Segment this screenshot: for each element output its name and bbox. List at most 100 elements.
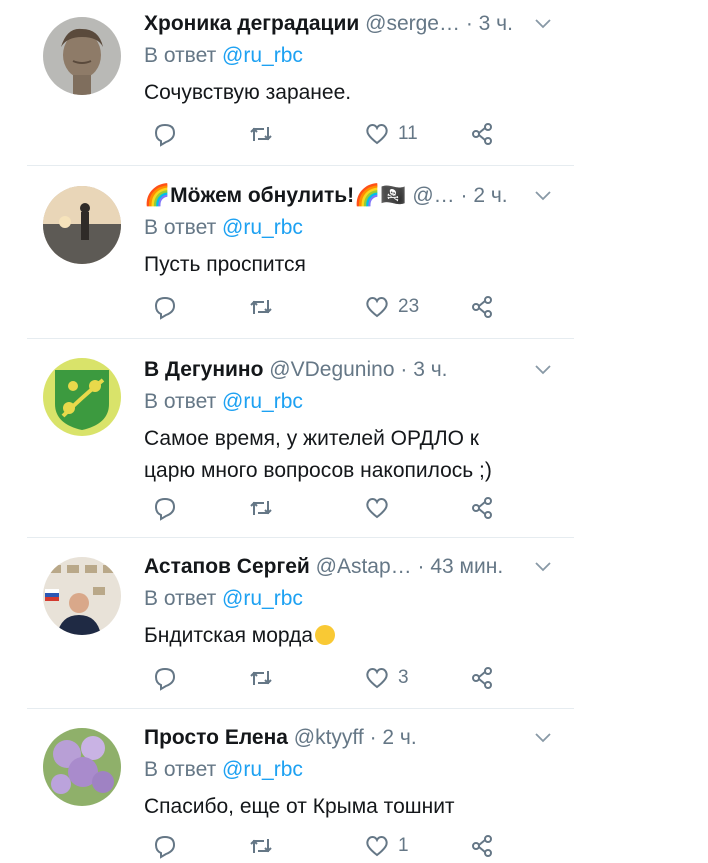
tweet[interactable]: В Дегунино @VDegunino · 3 ч. В ответ @ru… [27,338,574,538]
chevron-down-icon[interactable] [534,186,552,204]
like-button[interactable]: 23 [364,294,419,320]
display-name[interactable]: 🌈Мӧжем обнулить!🌈🏴‍☠️ [144,184,406,207]
user-handle[interactable]: @Astap… [316,555,412,578]
timestamp[interactable]: 3 ч. [413,358,447,381]
like-button[interactable]: 1 [364,833,409,859]
chevron-down-icon[interactable] [534,14,552,32]
share-icon [472,296,492,318]
share-button[interactable] [469,294,495,320]
tweet-actions: 11 [144,121,504,147]
reply-mention-link[interactable]: @ru_rbc [222,587,303,610]
display-name[interactable]: Астапов Сергей [144,555,310,578]
grinning-face-emoji [315,625,336,645]
share-button[interactable] [469,833,495,859]
reply-prefix: В ответ [144,44,217,67]
reply-mention-link[interactable]: @ru_rbc [222,758,303,781]
avatar[interactable] [43,17,121,95]
timestamp[interactable]: 3 ч. [479,12,513,35]
tweet-header: В Дегунино @VDegunino · 3 ч. [144,358,574,382]
retweet-button[interactable] [248,665,274,691]
share-icon [472,497,492,519]
share-button[interactable] [469,121,495,147]
reply-icon [154,497,176,521]
reply-mention-link[interactable]: @ru_rbc [222,390,303,413]
heart-icon [366,297,388,318]
heart-icon [366,668,388,689]
share-button[interactable] [469,665,495,691]
separator-dot: · [417,555,425,578]
reply-icon [154,296,176,320]
reply-context: В ответ @ru_rbc [144,586,574,612]
timestamp[interactable]: 43 мин. [430,555,503,578]
heart-icon [366,124,388,145]
reply-icon [154,123,176,147]
tweet-text: Сочувствую заранее. [144,81,352,104]
tweet-header: 🌈Мӧжем обнулить!🌈🏴‍☠️ @… · 2 ч. [144,184,574,208]
retweet-icon [250,839,272,853]
avatar[interactable] [43,358,121,436]
user-handle[interactable]: @serge… [365,12,460,35]
retweet-icon [250,671,272,685]
tweet-header: Хроника деградации @serge… · 3 ч. [144,12,574,36]
tweet-text: Бндитская морда [144,620,574,652]
tweet-text-content: Бндитская морда [144,624,314,647]
tweet[interactable]: 🌈Мӧжем обнулить!🌈🏴‍☠️ @… · 2 ч. В ответ … [27,165,574,339]
tweet-text: Спасибо, еще от Крыма тошнит [144,795,455,818]
retweet-icon [250,501,272,515]
tweet[interactable]: Хроника деградации @serge… · 3 ч. В отве… [27,0,574,166]
avatar[interactable] [43,186,121,264]
user-handle[interactable]: @ktyyff [294,726,364,749]
chevron-down-icon[interactable] [534,360,552,378]
like-button[interactable]: 3 [364,665,409,691]
reply-button[interactable] [152,665,178,691]
timestamp[interactable]: 2 ч. [473,184,507,207]
reply-button[interactable] [152,833,178,859]
reply-mention-link[interactable]: @ru_rbc [222,216,303,239]
share-icon [472,667,492,689]
tweet-header: Астапов Сергей @Astap… · 43 мин. [144,555,574,579]
tweet-actions: 23 [144,294,504,320]
retweet-button[interactable] [248,121,274,147]
reply-prefix: В ответ [144,587,217,610]
avatar[interactable] [43,557,121,635]
like-button[interactable]: 11 [364,121,418,147]
chevron-down-icon[interactable] [534,557,552,575]
retweet-button[interactable] [248,294,274,320]
retweet-button[interactable] [248,833,274,859]
display-name[interactable]: Просто Елена [144,726,288,749]
reply-icon [154,835,176,859]
display-name[interactable]: Хроника деградации [144,12,359,35]
reply-button[interactable] [152,294,178,320]
separator-dot: · [460,184,468,207]
retweet-button[interactable] [248,495,274,521]
reply-mention-link[interactable]: @ru_rbc [222,44,303,67]
chevron-down-icon[interactable] [534,728,552,746]
reply-context: В ответ @ru_rbc [144,43,574,69]
separator-dot: · [369,726,377,749]
user-handle[interactable]: @VDegunino [269,358,394,381]
heart-icon [366,836,388,857]
user-handle[interactable]: @… [412,184,454,207]
like-count: 23 [398,296,420,317]
reply-button[interactable] [152,121,178,147]
reply-icon [154,667,176,691]
like-button[interactable] [364,495,398,521]
separator-dot: · [465,12,473,35]
retweet-icon [250,127,272,141]
avatar[interactable] [43,728,121,806]
share-icon [472,123,492,145]
reply-prefix: В ответ [144,390,217,413]
share-button[interactable] [469,495,495,521]
timestamp[interactable]: 2 ч. [382,726,416,749]
tweet-actions: 1 [144,833,504,859]
share-icon [472,835,492,857]
tweet[interactable]: Просто Елена @ktyyff · 2 ч. В ответ @ru_… [27,708,574,863]
display-name[interactable]: В Дегунино [144,358,263,381]
like-count: 11 [398,123,418,144]
tweet-header: Просто Елена @ktyyff · 2 ч. [144,726,574,750]
tweet-timeline: Хроника деградации @serge… · 3 ч. В отве… [27,0,574,863]
reply-button[interactable] [152,495,178,521]
tweet[interactable]: Астапов Сергей @Astap… · 43 мин. В ответ… [27,537,574,709]
tweet-actions: 3 [144,665,504,691]
reply-context: В ответ @ru_rbc [144,389,574,415]
